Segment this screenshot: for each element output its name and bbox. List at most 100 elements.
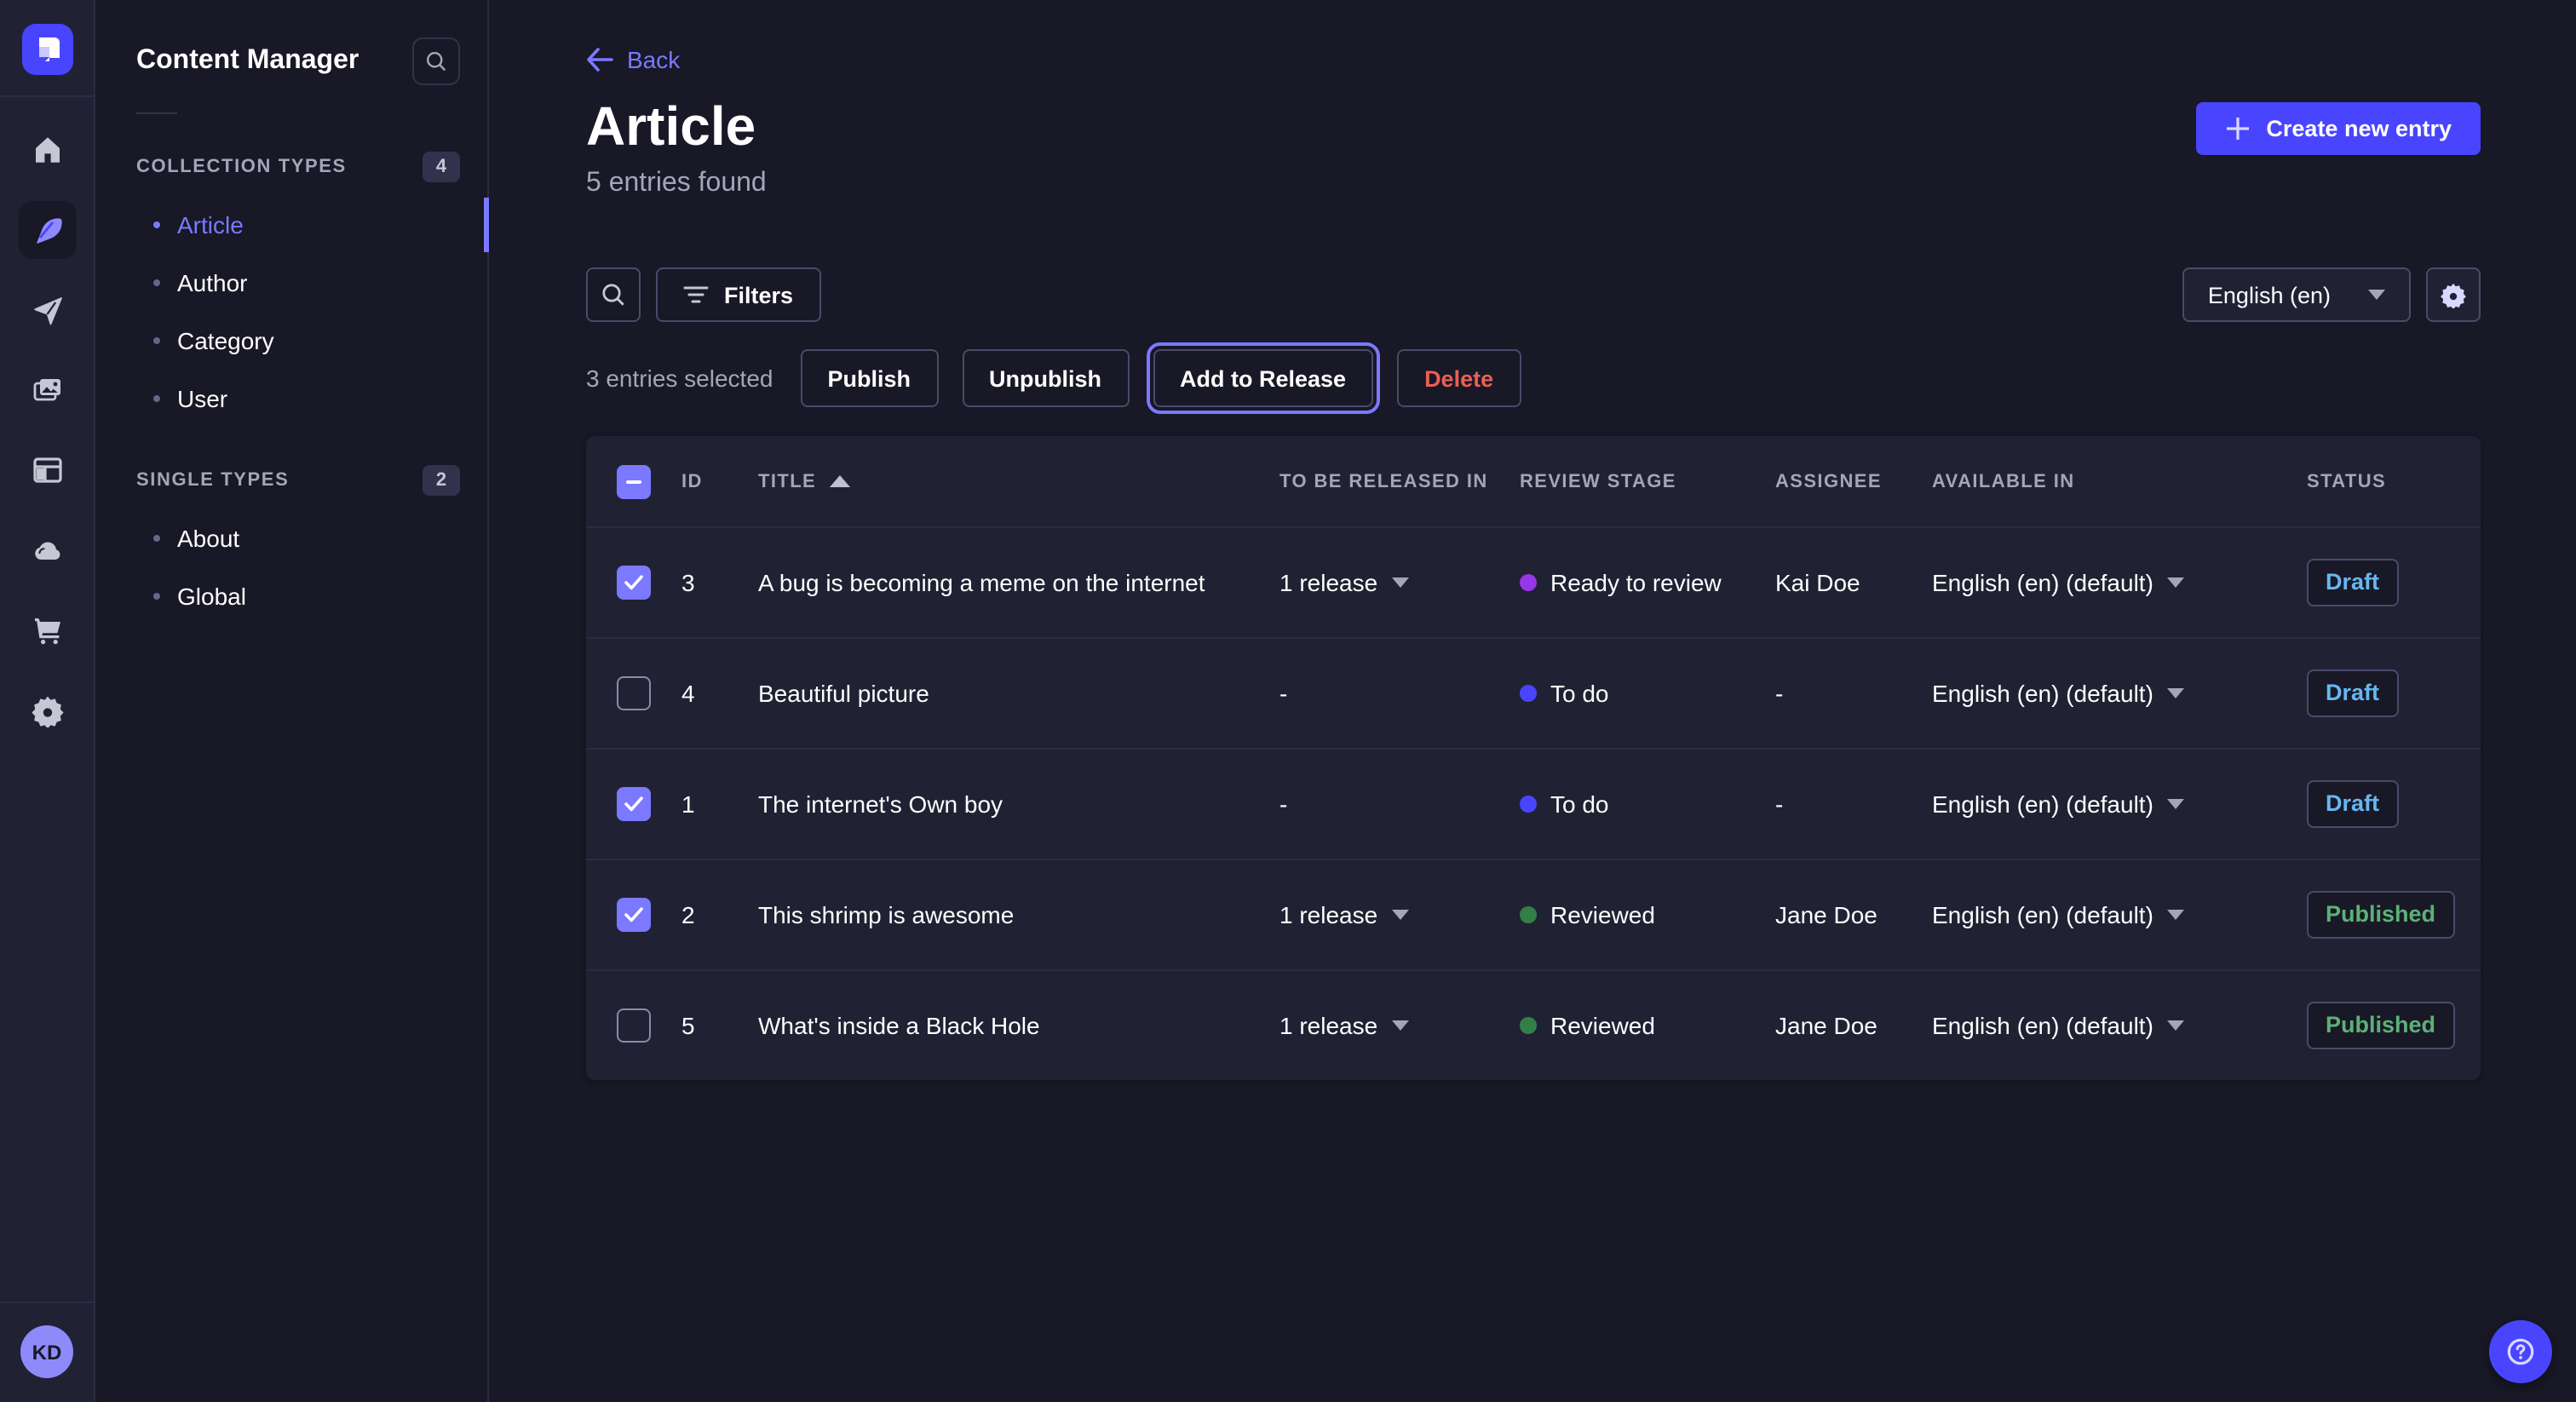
check-icon — [624, 906, 644, 923]
media-library-icon[interactable] — [18, 361, 76, 419]
cell-review-stage: Ready to review — [1520, 569, 1775, 596]
search-button[interactable] — [586, 267, 641, 322]
content-manager-icon[interactable] — [18, 201, 76, 259]
cell-status: Draft — [2307, 670, 2481, 717]
cell-title: What's inside a Black Hole — [758, 1012, 1279, 1039]
sidebar-item-author[interactable]: Author — [95, 254, 487, 312]
cell-release: - — [1279, 680, 1520, 707]
row-checkbox[interactable] — [617, 787, 651, 821]
subnav-search-button[interactable] — [412, 37, 460, 85]
cell-available-in[interactable]: English (en) (default) — [1932, 790, 2307, 818]
back-link[interactable]: Back — [586, 46, 680, 73]
settings-icon[interactable] — [18, 681, 76, 739]
row-checkbox[interactable] — [617, 1008, 651, 1043]
search-icon — [424, 49, 448, 73]
chevron-down-icon — [2167, 799, 2184, 809]
create-new-entry-button[interactable]: Create new entry — [2196, 102, 2481, 155]
status-badge: Published — [2307, 892, 2454, 939]
cell-release[interactable]: 1 release — [1279, 1012, 1520, 1039]
chevron-down-icon — [2167, 910, 2184, 920]
column-header-release: TO BE RELEASED IN — [1279, 471, 1520, 491]
marketplace-icon[interactable] — [18, 601, 76, 659]
collection-types-section: COLLECTION TYPES 4 Article Author Catego… — [95, 138, 487, 428]
bullet-icon — [153, 395, 160, 402]
publish-button[interactable]: Publish — [800, 349, 938, 407]
sidebar-item-category[interactable]: Category — [95, 312, 487, 370]
row-select-cell — [586, 898, 681, 932]
table-row[interactable]: 5What's inside a Black Hole1 releaseRevi… — [586, 969, 2481, 1080]
search-icon — [600, 281, 627, 308]
single-types-count-badge: 2 — [423, 465, 460, 496]
column-header-id[interactable]: ID — [681, 471, 758, 491]
chevron-down-icon — [2167, 1020, 2184, 1031]
releases-icon[interactable] — [18, 281, 76, 339]
chevron-down-icon — [1391, 577, 1408, 588]
gear-icon — [2440, 281, 2467, 308]
user-avatar[interactable]: KD — [20, 1325, 73, 1378]
sidebar-item-article[interactable]: Article — [95, 196, 487, 254]
bullet-icon — [153, 279, 160, 286]
sidebar-item-about[interactable]: About — [95, 509, 487, 567]
table-row[interactable]: 2This shrimp is awesome1 releaseReviewed… — [586, 859, 2481, 969]
sidebar-item-label: Category — [177, 327, 274, 354]
cell-status: Published — [2307, 1003, 2481, 1049]
help-button[interactable] — [2489, 1320, 2552, 1383]
row-checkbox[interactable] — [617, 676, 651, 710]
column-header-status: STATUS — [2307, 471, 2481, 491]
sidebar-item-label: Author — [177, 269, 248, 296]
table-row[interactable]: 4Beautiful picture-To do-English (en) (d… — [586, 637, 2481, 748]
row-select-cell — [586, 1008, 681, 1043]
cell-review-stage: Reviewed — [1520, 901, 1775, 928]
strapi-logo-icon — [33, 36, 60, 63]
subnav-divider — [136, 112, 177, 114]
status-badge: Draft — [2307, 781, 2398, 828]
stage-dot — [1520, 1017, 1537, 1034]
filters-button[interactable]: Filters — [656, 267, 820, 322]
cell-assignee: Kai Doe — [1775, 569, 1932, 596]
select-all-checkbox[interactable] — [617, 464, 651, 498]
cell-assignee: - — [1775, 790, 1932, 818]
collection-types-count-badge: 4 — [423, 152, 460, 182]
cell-assignee: Jane Doe — [1775, 1012, 1932, 1039]
cell-available-in[interactable]: English (en) (default) — [1932, 680, 2307, 707]
cell-release[interactable]: 1 release — [1279, 901, 1520, 928]
cell-title: Beautiful picture — [758, 680, 1279, 707]
table-row[interactable]: 3A bug is becoming a meme on the interne… — [586, 526, 2481, 637]
unpublish-button[interactable]: Unpublish — [962, 349, 1129, 407]
cell-title: A bug is becoming a meme on the internet — [758, 569, 1279, 596]
row-checkbox[interactable] — [617, 566, 651, 600]
arrow-left-icon — [586, 48, 613, 72]
home-icon[interactable] — [18, 121, 76, 179]
cell-available-in[interactable]: English (en) (default) — [1932, 1012, 2307, 1039]
table-row[interactable]: 1The internet's Own boy-To do-English (e… — [586, 748, 2481, 859]
content-manager-subnav: Content Manager COLLECTION TYPES 4 Artic… — [95, 0, 489, 1402]
sidebar-item-label: Article — [177, 211, 244, 238]
status-badge: Published — [2307, 1003, 2454, 1049]
list-toolbar: Filters English (en) — [586, 267, 2481, 322]
column-header-title[interactable]: TITLE — [758, 471, 1279, 491]
locale-select[interactable]: English (en) — [2182, 267, 2411, 322]
strapi-logo[interactable] — [21, 24, 72, 75]
indeterminate-icon — [625, 473, 642, 490]
filter-icon — [683, 284, 709, 305]
stage-dot — [1520, 796, 1537, 813]
cell-available-in[interactable]: English (en) (default) — [1932, 901, 2307, 928]
add-to-release-button[interactable]: Add to Release — [1153, 349, 1373, 407]
sort-asc-icon — [830, 475, 850, 487]
check-icon — [624, 796, 644, 813]
view-settings-button[interactable] — [2426, 267, 2481, 322]
delete-button[interactable]: Delete — [1397, 349, 1521, 407]
cell-available-in[interactable]: English (en) (default) — [1932, 569, 2307, 596]
status-badge: Draft — [2307, 670, 2398, 717]
cell-review-stage: To do — [1520, 680, 1775, 707]
sidebar-item-global[interactable]: Global — [95, 567, 487, 625]
row-checkbox[interactable] — [617, 898, 651, 932]
stage-dot — [1520, 574, 1537, 591]
deploy-cloud-icon[interactable] — [18, 521, 76, 579]
content-type-builder-icon[interactable] — [18, 441, 76, 499]
stage-dot — [1520, 906, 1537, 923]
chevron-down-icon — [1391, 1020, 1408, 1031]
cell-release[interactable]: 1 release — [1279, 569, 1520, 596]
sidebar-item-user[interactable]: User — [95, 370, 487, 428]
stage-dot — [1520, 685, 1537, 702]
